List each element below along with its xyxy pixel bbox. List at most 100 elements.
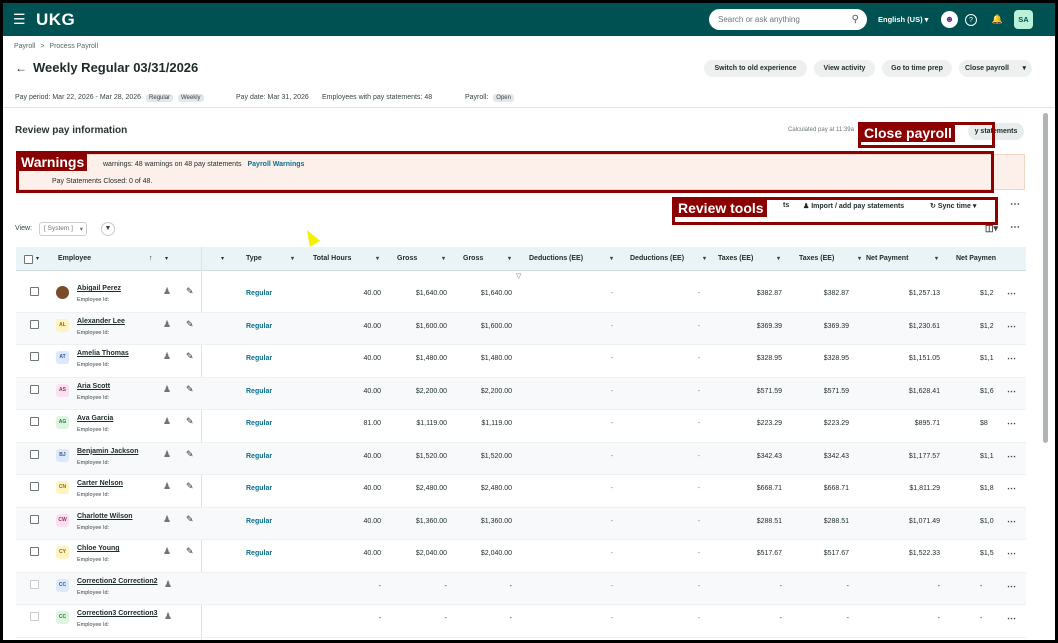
employee-name-link[interactable]: Aria Scott [77,383,110,390]
search-icon[interactable]: ⚲ [852,14,859,25]
table-row[interactable]: CN Carter Nelson Employee Id: ♟ ✎ Regula… [16,475,1026,508]
employee-name-link[interactable]: Amelia Thomas [77,350,129,357]
chevron-down-icon[interactable]: ▾ [165,247,168,271]
row-more-icon[interactable]: ⋯ [1007,288,1016,299]
edit-pencil-icon[interactable]: ✎ [186,319,194,330]
edit-pencil-icon[interactable]: ✎ [186,481,194,492]
assistant-icon[interactable]: ☻ [941,11,958,28]
language-selector[interactable]: English (US) ▾ [878,15,928,24]
col-total-hours[interactable]: Total Hours ▾ [313,247,379,271]
col-type[interactable]: Type ▾ [246,247,294,271]
edit-pencil-icon[interactable]: ✎ [186,514,194,525]
col-gross-1[interactable]: Gross ▾ [397,247,445,271]
type-link[interactable]: Regular [246,388,272,395]
col-net-payment-1[interactable]: Net Payment ▾ [866,247,938,271]
row-more-icon[interactable]: ⋯ [1007,451,1016,462]
chevron-down-icon[interactable]: ▾ [1022,60,1026,77]
person-settings-icon[interactable]: ♟ [164,579,172,590]
chevron-down-icon[interactable]: ▾ [221,247,224,271]
view-select[interactable]: [ System ] ▾ [39,222,87,236]
go-to-time-prep-button[interactable]: Go to time prep [882,60,952,77]
type-link[interactable]: Regular [246,290,272,297]
person-settings-icon[interactable]: ♟ [163,481,171,492]
resize-handle-icon[interactable]: ▽ [516,272,521,280]
employee-name-link[interactable]: Correction3 Correction3 [77,610,158,617]
chevron-down-icon[interactable]: ▾ [36,247,39,271]
person-settings-icon[interactable]: ♟ [163,546,171,557]
row-more-icon[interactable]: ⋯ [1007,516,1016,527]
employee-name-link[interactable]: Chloe Young [77,545,120,552]
row-more-icon[interactable]: ⋯ [1007,613,1016,624]
row-checkbox[interactable] [30,579,39,589]
edit-pencil-icon[interactable]: ✎ [186,384,194,395]
row-checkbox[interactable] [30,384,39,394]
employee-name-link[interactable]: Ava Garcia [77,415,113,422]
employee-name-link[interactable]: Alexander Lee [77,318,125,325]
person-settings-icon[interactable]: ♟ [163,286,171,297]
row-checkbox[interactable] [30,352,39,361]
type-link[interactable]: Regular [246,485,272,492]
table-row[interactable]: AG Ava Garcia Employee Id: ♟ ✎ Regular 8… [16,410,1026,443]
person-settings-icon[interactable]: ♟ [163,449,171,460]
col-gross-2[interactable]: Gross ▾ [463,247,511,271]
col-deductions-1[interactable]: Deductions (EE) ▾ [529,247,613,271]
table-row[interactable]: CC Correction2 Correction2 Employee Id: … [16,572,1026,605]
row-checkbox[interactable] [30,417,39,426]
breadcrumb-payroll[interactable]: Payroll [14,43,35,50]
view-activity-button[interactable]: View activity [814,60,875,77]
type-link[interactable]: Regular [246,453,272,460]
col-taxes-2[interactable]: Taxes (EE) ▾ [799,247,861,271]
table-row[interactable]: AT Amelia Thomas Employee Id: ♟ ✎ Regula… [16,345,1026,378]
row-more-icon[interactable]: ⋯ [1007,386,1016,397]
employee-name-link[interactable]: Charlotte Wilson [77,513,133,520]
table-more-icon[interactable]: ⋯ [1010,222,1020,233]
employee-name-link[interactable]: Benjamin Jackson [77,448,138,455]
type-link[interactable]: Regular [246,550,272,557]
table-row[interactable]: AL Alexander Lee Employee Id: ♟ ✎ Regula… [16,312,1026,345]
row-checkbox[interactable] [30,514,39,524]
type-link[interactable]: Regular [246,323,272,330]
type-link[interactable]: Regular [246,518,272,525]
person-settings-icon[interactable]: ♟ [163,351,171,362]
switch-old-experience-button[interactable]: Switch to old experience [704,60,807,77]
row-checkbox[interactable] [30,547,39,556]
table-row[interactable]: Abigail Perez Employee Id: ♟ ✎ Regular 4… [16,280,1026,313]
col-net-payment-2[interactable]: Net Paymen [956,247,1016,271]
edit-pencil-icon[interactable]: ✎ [186,351,194,362]
user-avatar[interactable]: SA [1014,10,1033,29]
select-all-checkbox[interactable] [24,255,33,264]
type-link[interactable]: Regular [246,420,272,427]
col-taxes-1[interactable]: Taxes (EE) ▾ [718,247,780,271]
person-settings-icon[interactable]: ♟ [163,384,171,395]
vertical-scrollbar[interactable] [1043,113,1048,443]
person-settings-icon[interactable]: ♟ [163,319,171,330]
type-link[interactable]: Regular [246,355,272,362]
table-row[interactable]: CC Correction3 Correction3 Employee Id: … [16,605,1026,638]
row-more-icon[interactable]: ⋯ [1007,483,1016,494]
table-row[interactable]: AS Aria Scott Employee Id: ♟ ✎ Regular 4… [16,377,1026,410]
row-more-icon[interactable]: ⋯ [1007,353,1016,364]
employee-name-link[interactable]: Abigail Perez [77,285,121,292]
person-settings-icon[interactable]: ♟ [163,416,171,427]
brand-logo[interactable]: UKG [36,10,75,30]
row-checkbox[interactable] [30,319,39,329]
edit-pencil-icon[interactable]: ✎ [186,449,194,460]
table-row[interactable]: BJ Benjamin Jackson Employee Id: ♟ ✎ Reg… [16,442,1026,475]
notifications-bell-icon[interactable]: 🔔 [989,11,1006,28]
person-settings-icon[interactable]: ♟ [163,514,171,525]
row-checkbox[interactable] [30,612,39,621]
row-more-icon[interactable]: ⋯ [1007,581,1016,592]
row-more-icon[interactable]: ⋯ [1007,418,1016,429]
more-options-icon[interactable]: ⋯ [1010,199,1020,210]
row-more-icon[interactable]: ⋯ [1007,548,1016,559]
row-checkbox[interactable] [30,482,39,491]
person-settings-icon[interactable]: ♟ [164,611,172,622]
edit-pencil-icon[interactable]: ✎ [186,546,194,557]
help-icon[interactable]: ? [965,14,977,26]
row-more-icon[interactable]: ⋯ [1007,321,1016,332]
filter-icon[interactable]: ▼ [101,222,115,236]
row-checkbox[interactable] [30,449,39,459]
table-row[interactable]: CY Chloe Young Employee Id: ♟ ✎ Regular … [16,540,1026,573]
back-arrow-icon[interactable]: ← [15,61,27,75]
hamburger-menu-icon[interactable]: ☰ [13,12,26,26]
